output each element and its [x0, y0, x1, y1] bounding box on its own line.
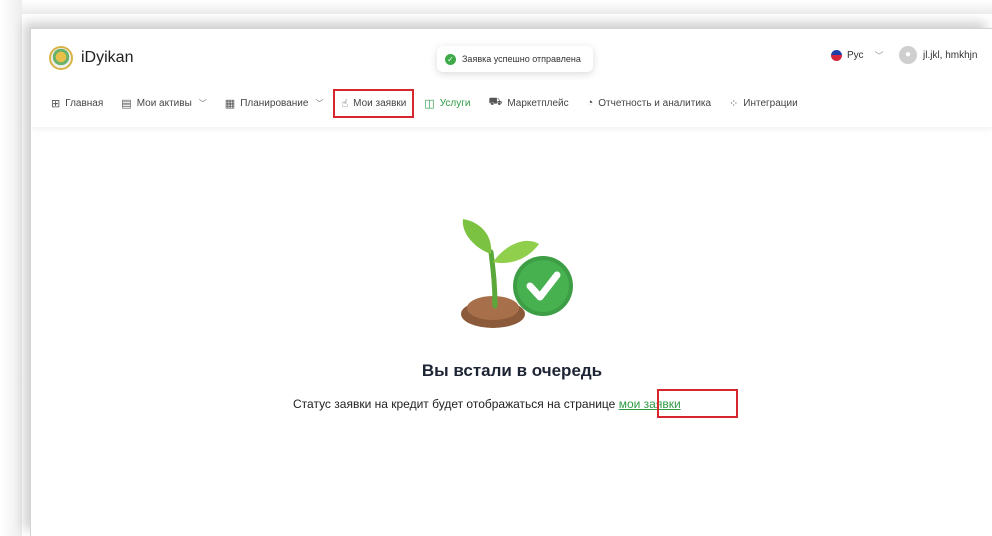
status-message: Статус заявки на кредит будет отображать… [293, 397, 681, 411]
nav-item-label: Услуги [439, 97, 471, 109]
nav-item-label: Мои активы [136, 97, 192, 109]
nav-item-label: Маркетплейс [507, 97, 569, 109]
user-menu[interactable]: ● jl.jkl, hmkhjn [899, 46, 977, 64]
nav-item-label: Главная [65, 97, 104, 109]
nav-item-label: Отчетность и аналитика [598, 97, 712, 109]
language-label: Рус [847, 50, 864, 61]
page-title: Вы встали в очередь [421, 361, 603, 380]
nav-item-integrations[interactable]: ⁘ Интеграции [729, 97, 798, 110]
nav-item-marketplace[interactable]: ⛟ Маркетплейс [489, 96, 569, 110]
nav-item-my-assets[interactable]: ▤ Мои активы ﹀ [121, 97, 207, 110]
pie-chart-icon: ◔ [586, 97, 594, 109]
chevron-down-icon: ﹀ [198, 98, 207, 108]
chevron-down-icon: ﹀ [874, 51, 884, 61]
link-highlight-box [657, 389, 738, 418]
flag-icon [831, 50, 842, 61]
status-text: Статус заявки на кредит будет отображать… [293, 397, 616, 411]
nav-item-reports[interactable]: ◔ Отчетность и аналитика [587, 97, 711, 109]
user-name: jl.jkl, hmkhjn [923, 49, 978, 61]
language-selector[interactable]: Рус ﹀ [831, 49, 884, 62]
bag-icon: ◫ [424, 97, 435, 110]
cart-icon: ⛟ [488, 96, 503, 108]
integration-icon: ⁘ [729, 97, 739, 110]
window-shadow-left [0, 0, 22, 536]
chevron-down-icon: ﹀ [315, 98, 324, 108]
window-shadow-top [0, 0, 992, 14]
toast-message: Заявка успешно отправлена [462, 54, 581, 64]
nav-item-home[interactable]: ⊞ Главная [51, 97, 103, 110]
main-nav: ⊞ Главная ▤ Мои активы ﹀ ▦ Планирование … [51, 88, 816, 118]
top-header: iDyikan ✓ Заявка успешно отправлена Рус … [31, 29, 992, 127]
app-window: iDyikan ✓ Заявка успешно отправлена Рус … [30, 28, 992, 536]
avatar-icon: ● [899, 46, 917, 64]
nav-item-planning[interactable]: ▦ Планирование ﹀ [225, 97, 324, 110]
nav-item-label: Мои заявки [353, 97, 407, 109]
check-circle-icon: ✓ [445, 53, 456, 65]
calendar-icon: ▦ [224, 97, 236, 110]
nav-item-my-requests[interactable]: ☝ Мои заявки [333, 88, 415, 118]
hand-coins-icon: ☝ [341, 97, 349, 110]
nav-item-label: Планирование [240, 97, 309, 109]
nav-item-label: Интеграции [743, 97, 798, 109]
document-icon: ▤ [121, 97, 132, 110]
grid-icon: ⊞ [51, 97, 61, 110]
brand-name[interactable]: iDyikan [81, 49, 133, 67]
success-toast: ✓ Заявка успешно отправлена [437, 46, 593, 72]
sprout-check-illustration [461, 219, 573, 328]
nav-item-services[interactable]: ◫ Услуги [424, 97, 470, 110]
logo-icon[interactable] [49, 46, 73, 70]
